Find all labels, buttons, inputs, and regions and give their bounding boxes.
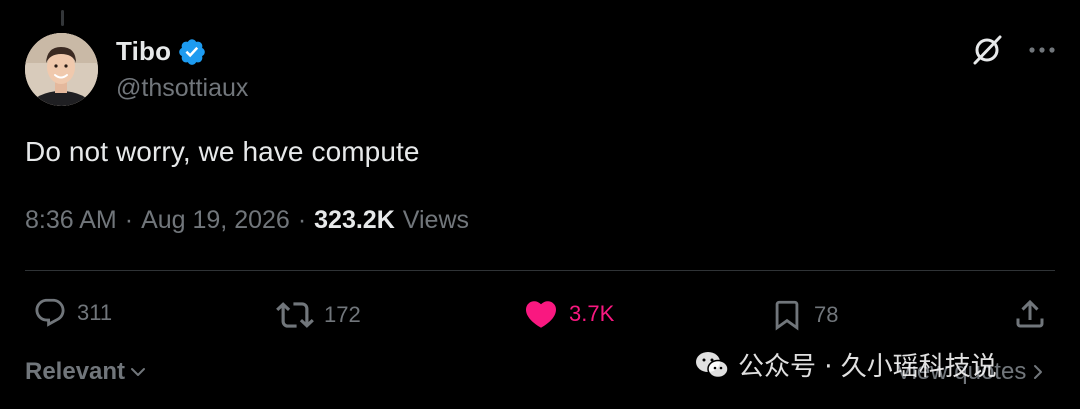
avatar-photo-icon [25,33,98,106]
bookmark-count: 78 [814,302,839,327]
like-count: 3.7K [569,301,615,326]
tweet-meta: 8:36 AM · Aug 19, 2026 · 323.2K Views [25,206,469,235]
sort-replies-dropdown[interactable]: Relevant [25,358,147,386]
verified-badge-icon[interactable] [177,37,207,67]
heart-icon [525,301,557,328]
tweet-time[interactable]: 8:36 AM [25,206,117,235]
top-actions [970,33,1056,67]
share-button[interactable] [1012,296,1048,332]
views-count[interactable]: 323.2K [314,206,395,235]
reply-button[interactable]: 311 [33,296,112,330]
share-icon [1016,299,1044,328]
bookmark-icon [775,300,799,331]
meta-separator: · [124,206,134,234]
bookmark-button[interactable]: 78 [770,296,838,334]
divider [25,270,1055,271]
reply-icon [35,298,65,327]
view-quotes-label: View quotes [896,358,1027,385]
like-button[interactable]: 3.7K [523,296,614,332]
author-handle[interactable]: @thsottiaux [116,74,248,103]
view-quotes-link[interactable]: View quotes [896,358,1046,386]
wechat-icon [696,351,729,378]
grok-icon[interactable] [970,33,1004,67]
chevron-right-icon [1034,365,1043,379]
meta-separator: · [297,206,307,234]
repost-count: 172 [324,302,361,327]
more-options-icon[interactable] [1028,46,1056,54]
views-label: Views [402,206,470,234]
thread-connector-line [61,10,64,26]
tweet-date[interactable]: Aug 19, 2026 [141,206,290,235]
repost-icon [276,302,314,328]
tweet-text: Do not worry, we have compute [25,136,420,167]
sort-label: Relevant [25,358,126,385]
avatar[interactable] [25,33,98,106]
chevron-down-icon [131,368,146,376]
reply-count: 311 [77,300,113,325]
author-display-name[interactable]: Tibo [116,36,171,67]
author-name-row: Tibo [116,36,207,67]
repost-button[interactable]: 172 [276,296,361,334]
